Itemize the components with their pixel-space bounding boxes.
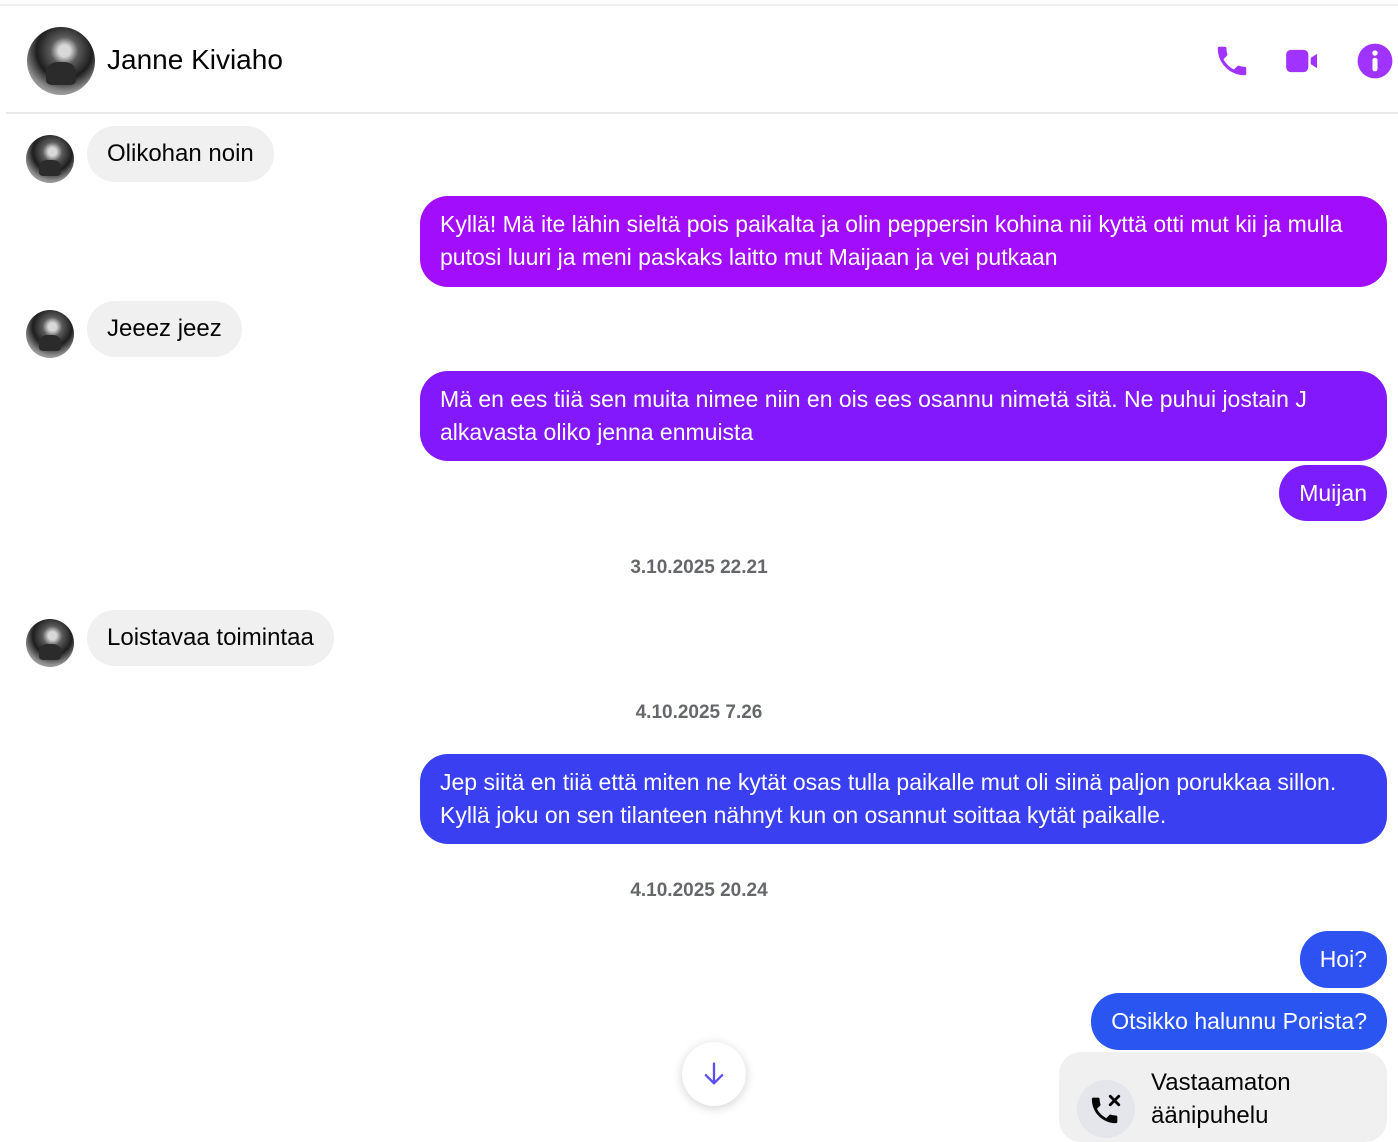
scroll-to-bottom-button[interactable] [682, 1042, 746, 1106]
timestamp: 4.10.2025 7.26 [635, 702, 763, 723]
contact-avatar-small[interactable] [26, 310, 74, 358]
missed-call-label: Vastaamaton äänipuhelu [1151, 1066, 1371, 1132]
contact-avatar[interactable] [27, 27, 95, 95]
window-top-edge [0, 0, 1398, 6]
phone-icon[interactable] [1213, 42, 1251, 80]
timestamp: 4.10.2025 20.24 [630, 880, 768, 901]
outgoing-message[interactable]: Mä en ees tiiä sen muita nimee niin en o… [420, 371, 1387, 461]
outgoing-message[interactable]: Jep siitä en tiiä että miten ne kytät os… [420, 754, 1387, 844]
info-icon[interactable] [1356, 42, 1394, 80]
contact-name[interactable]: Janne Kiviaho [107, 44, 283, 76]
incoming-message[interactable]: Loistavaa toimintaa [87, 610, 334, 666]
outgoing-message[interactable]: Muijan [1279, 465, 1387, 521]
contact-avatar-small[interactable] [26, 619, 74, 667]
timestamp: 3.10.2025 22.21 [630, 557, 768, 578]
video-camera-icon[interactable] [1283, 42, 1321, 80]
outgoing-message[interactable]: Hoi? [1299, 931, 1387, 988]
incoming-message[interactable]: Olikohan noin [87, 126, 274, 182]
missed-call-line2: äänipuhelu [1151, 1102, 1269, 1129]
missed-call-icon-container [1077, 1080, 1135, 1138]
arrow-down-icon [704, 1062, 724, 1085]
missed-call-icon [1091, 1094, 1121, 1124]
outgoing-message[interactable]: Kyllä! Mä ite lähin sieltä pois paikalta… [420, 196, 1387, 287]
missed-call-card[interactable]: Vastaamaton äänipuhelu [1059, 1052, 1387, 1142]
missed-call-line1: Vastaamaton [1151, 1069, 1291, 1096]
outgoing-message[interactable]: Otsikko halunnu Porista? [1091, 993, 1387, 1050]
chat-header: Janne Kiviaho [6, 8, 1398, 114]
incoming-message[interactable]: Jeeez jeez [87, 301, 242, 357]
contact-avatar-small[interactable] [26, 135, 74, 183]
